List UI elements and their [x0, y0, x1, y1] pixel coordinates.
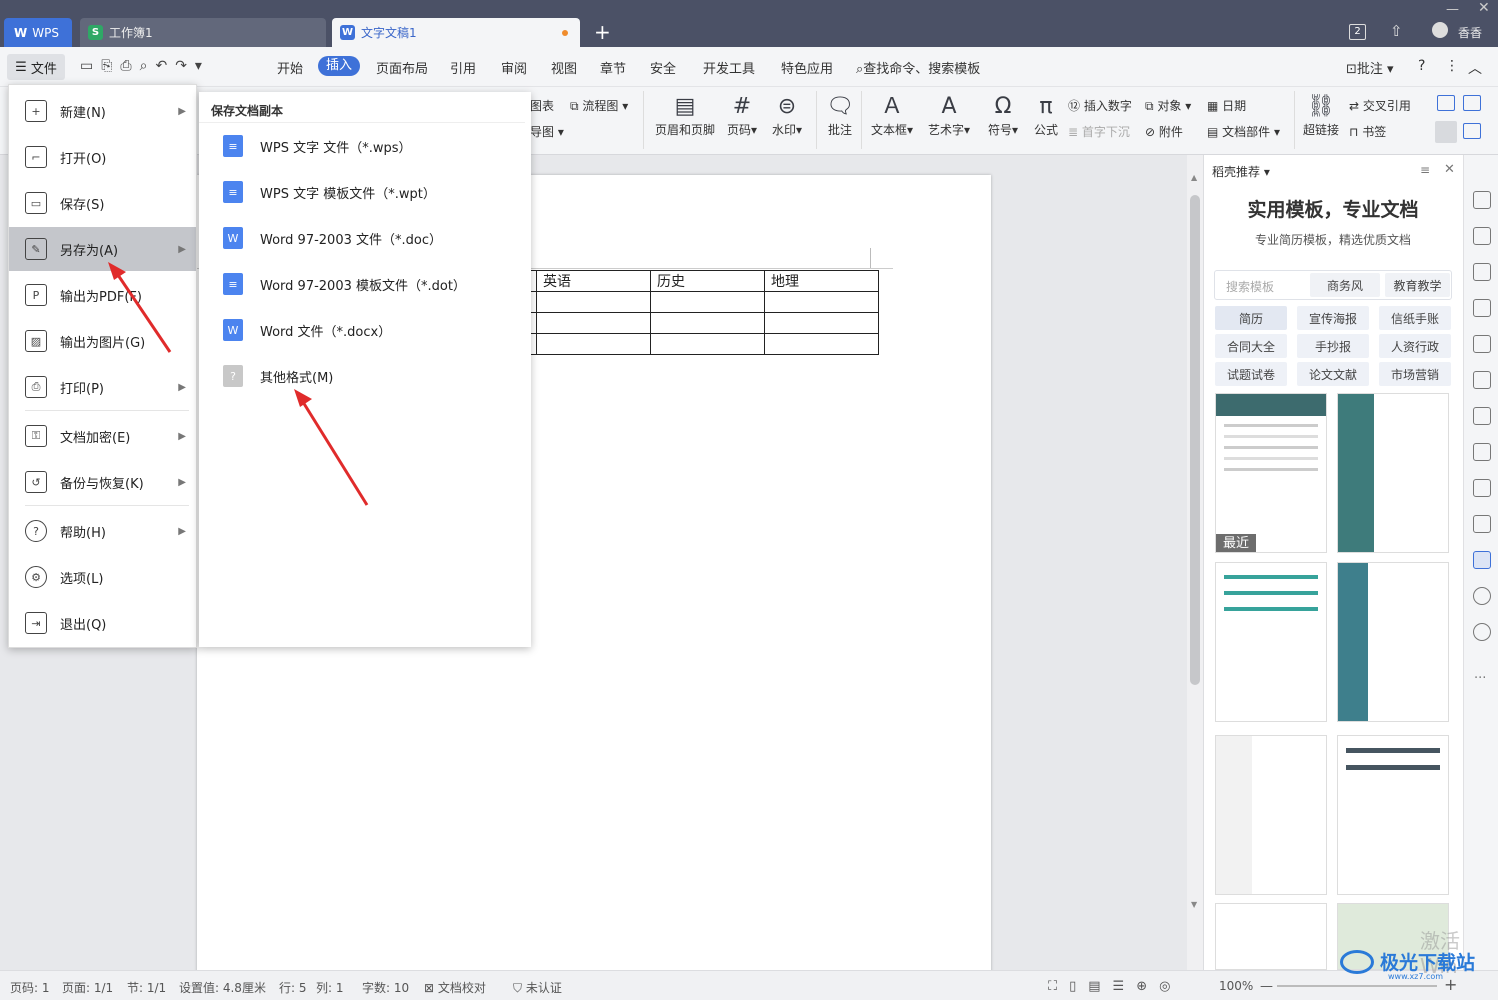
watermark-url: www.xz7.com	[1388, 972, 1444, 981]
site-watermark: 极光下载站 www.xz7.com	[1340, 948, 1490, 981]
red-arrow-icon	[108, 262, 172, 353]
watermark-text: 极光下载站	[1380, 952, 1476, 974]
watermark-logo-icon	[1340, 950, 1374, 974]
red-arrow-icon	[294, 389, 369, 506]
annotation-overlay	[108, 262, 369, 506]
